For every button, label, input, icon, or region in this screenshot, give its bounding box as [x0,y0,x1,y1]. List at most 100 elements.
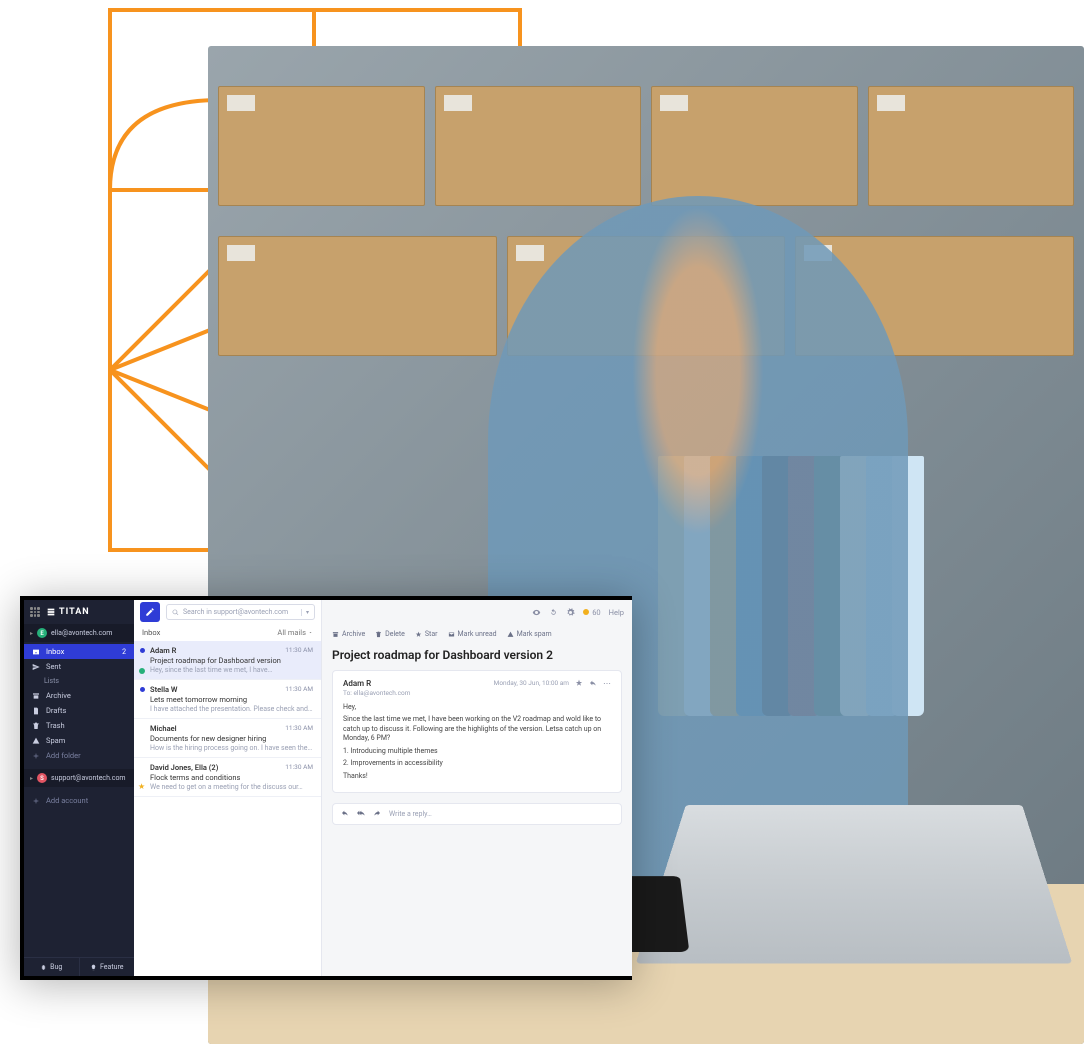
reader-subject: Project roadmap for Dashboard version 2 [322,644,632,670]
message-list-panel: Search in support@avontech.com ▾ Inbox A… [134,600,322,976]
action-mark-spam[interactable]: Mark spam [507,630,552,638]
reading-pane: 60 Help Archive Delete Star Mark unread … [322,600,632,976]
reply-icon[interactable] [341,809,349,819]
help-link[interactable]: Help [609,608,624,617]
spam-icon [507,631,514,638]
sidebar: TITAN ▸ E ella@avontech.com Inbox 2 Sent… [24,600,134,976]
report-bug-button[interactable]: Bug [24,958,80,976]
dot-icon [583,609,589,615]
inbox-count: 2 [122,648,126,656]
inbox-icon [32,648,40,656]
account-email: support@avontech.com [51,774,126,782]
mail-to: To: ella@avontech.com [343,689,410,697]
action-label: Mark spam [517,630,552,638]
mail-icon [448,631,455,638]
plus-icon [32,752,40,760]
action-star[interactable]: Star [415,630,438,638]
action-label: Archive [342,630,365,638]
msg-subject: Project roadmap for Dashboard version [150,656,313,665]
action-delete[interactable]: Delete [375,630,405,638]
calendar-count: 60 [592,608,600,617]
nav-label: Drafts [46,706,66,715]
search-icon [172,609,179,616]
account-row-secondary[interactable]: ▸ S support@avontech.com [24,769,134,787]
settings-icon[interactable] [566,608,575,617]
reply-placeholder: Write a reply… [389,810,432,818]
nav-label: Trash [46,721,65,730]
mail-star-icon[interactable] [575,679,583,689]
list-header: Inbox All mails [134,624,321,641]
bug-icon [40,964,47,971]
sent-icon [32,663,40,671]
nav-add-account[interactable]: Add account [24,793,134,808]
body-line: Thanks! [343,772,611,781]
action-mark-unread[interactable]: Mark unread [448,630,497,638]
mail-from: Adam R [343,679,410,688]
action-archive[interactable]: Archive [332,630,365,638]
msg-preview: We need to get on a meeting for the disc… [150,783,313,791]
mail-card: Adam R To: ella@avontech.com Monday, 30 … [332,670,622,793]
mail-more-icon[interactable]: ⋯ [603,679,611,689]
folder-nav: Inbox 2 Sent Lists Archive Drafts Trash [24,642,134,765]
calendar-badge[interactable]: 60 [583,608,600,617]
nav-label: Archive [46,691,71,700]
msg-time: 11:30 AM [285,646,313,654]
brand-name: TITAN [59,607,90,617]
list-item[interactable]: ★ David Jones, Ella (2) 11:30 AM Flock t… [134,758,321,797]
list-filter[interactable]: All mails [277,628,313,637]
star-icon [415,631,422,638]
account-row-primary[interactable]: ▸ E ella@avontech.com [24,624,134,642]
nav-add-folder[interactable]: Add folder [24,748,134,763]
mail-date: Monday, 30 Jun, 10:00 am [494,679,569,687]
search-input[interactable]: Search in support@avontech.com ▾ [166,604,315,620]
nav-label: Inbox [46,647,64,656]
reply-box[interactable]: Write a reply… [332,803,622,825]
list-title: Inbox [142,628,160,637]
refresh-icon[interactable] [549,608,558,617]
search-scope-chevron-icon[interactable]: ▾ [301,609,309,616]
msg-time: 11:30 AM [285,763,313,771]
spam-icon [32,737,40,745]
presence-dot-icon [139,668,145,674]
bb-label: Feature [100,963,124,971]
nav-trash[interactable]: Trash [24,718,134,733]
nav-label: Add folder [46,751,81,760]
nav-label: Sent [46,662,61,671]
nav-label: Add account [46,796,88,805]
nav-lists[interactable]: Lists [24,674,134,688]
window-traffic-lights [12,560,51,569]
nav-sent[interactable]: Sent [24,659,134,674]
nav-archive[interactable]: Archive [24,688,134,703]
star-icon: ★ [138,782,145,791]
forward-icon[interactable] [373,809,381,819]
mail-reply-icon[interactable] [589,679,597,689]
bulb-icon [90,964,97,971]
list-item[interactable]: Stella W 11:30 AM Lets meet tomorrow mor… [134,680,321,719]
body-line: 1. Introducing multiple themes [343,747,611,756]
msg-preview: How is the hiring process going on. I ha… [150,744,313,752]
list-item[interactable]: Adam R 11:30 AM Project roadmap for Dash… [134,641,321,680]
view-icon[interactable] [532,608,541,617]
apps-grid-icon[interactable] [30,607,40,617]
nav-drafts[interactable]: Drafts [24,703,134,718]
nav-spam[interactable]: Spam [24,733,134,748]
action-label: Mark unread [458,630,497,638]
msg-preview: Hey, since the last time we met, I have… [150,666,313,674]
request-feature-button[interactable]: Feature [80,958,135,976]
compose-button[interactable] [140,602,160,622]
message-actions: Archive Delete Star Mark unread Mark spa… [322,624,632,644]
nav-label: Spam [46,736,65,745]
chevron-down-icon [308,630,313,635]
unread-dot-icon [140,687,145,692]
list-item[interactable]: Michael 11:30 AM Documents for new desig… [134,719,321,758]
action-label: Star [425,630,438,638]
toolbar-top-right: 60 Help [322,600,632,624]
msg-preview: I have attached the presentation. Please… [150,705,313,713]
account-email: ella@avontech.com [51,629,112,637]
archive-icon [32,692,40,700]
message-list: Adam R 11:30 AM Project roadmap for Dash… [134,641,321,797]
drafts-icon [32,707,40,715]
nav-inbox[interactable]: Inbox 2 [24,644,134,659]
body-line: Since the last time we met, I have been … [343,715,611,743]
reply-all-icon[interactable] [357,809,365,819]
